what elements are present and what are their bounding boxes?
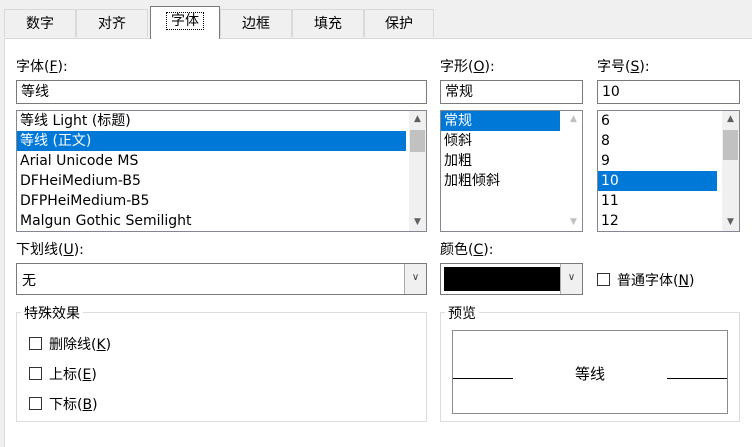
tab-font[interactable]: 字体 — [150, 6, 220, 39]
list-item[interactable]: DFHeiMedium-B5 — [17, 171, 426, 191]
tab-fill[interactable]: 填充 — [292, 9, 364, 37]
list-item[interactable]: 10 — [598, 171, 717, 191]
subscript-label: 下标(B) — [49, 397, 98, 413]
font-listbox[interactable]: 等线 Light (标题) 等线 (正文) Arial Unicode MS D… — [16, 110, 427, 232]
preview-box: 等线 — [452, 330, 728, 414]
size-label: 字号(S): — [597, 59, 650, 75]
list-item[interactable]: 加粗倾斜 — [441, 171, 582, 191]
style-listbox[interactable]: 常规 倾斜 加粗 加粗倾斜 ▲ ▼ — [440, 110, 583, 232]
list-item[interactable]: 等线 (正文) — [17, 131, 406, 151]
tab-label: 字体 — [166, 12, 204, 30]
preview-title: 预览 — [445, 303, 479, 323]
list-item[interactable]: 加粗 — [441, 151, 582, 171]
list-item[interactable]: Malgun Gothic Semilight — [17, 211, 426, 231]
scroll-down-icon[interactable]: ▼ — [722, 214, 739, 231]
chevron-down-icon[interactable]: ∨ — [404, 264, 426, 294]
size-listbox[interactable]: 6 8 9 10 11 12 ▲ ▼ — [597, 110, 740, 232]
scroll-up-icon[interactable]: ▲ — [565, 111, 582, 128]
list-item[interactable]: DFPHeiMedium-B5 — [17, 191, 426, 211]
underline-label: 下划线(U): — [16, 242, 84, 258]
font-scrollbar[interactable]: ▲ ▼ — [409, 111, 426, 231]
subscript-checkbox[interactable] — [29, 397, 42, 410]
scroll-up-icon[interactable]: ▲ — [722, 111, 739, 128]
font-label: 字体(F): — [16, 59, 68, 75]
list-item[interactable]: 8 — [598, 131, 739, 151]
list-item[interactable]: 6 — [598, 111, 739, 131]
normal-font-label: 普通字体(N) — [617, 273, 695, 289]
preview-text: 等线 — [574, 365, 605, 383]
color-label: 颜色(C): — [440, 242, 494, 258]
tab-label: 保护 — [385, 16, 413, 32]
style-input[interactable]: 常规 — [440, 80, 583, 104]
size-input[interactable]: 10 — [597, 80, 740, 104]
strikethrough-label: 删除线(K) — [49, 337, 112, 353]
tab-label: 边框 — [242, 16, 270, 32]
tab-label: 数字 — [26, 16, 54, 32]
list-item[interactable]: 11 — [598, 191, 739, 211]
color-picker[interactable]: ∨ — [440, 263, 583, 295]
tab-label: 对齐 — [98, 16, 126, 32]
scroll-thumb[interactable] — [410, 130, 425, 152]
list-item[interactable]: 常规 — [441, 111, 560, 131]
strikethrough-checkbox[interactable] — [29, 337, 42, 350]
list-item[interactable]: 倾斜 — [441, 131, 582, 151]
tab-number[interactable]: 数字 — [4, 9, 76, 37]
tab-alignment[interactable]: 对齐 — [76, 9, 148, 37]
list-item[interactable]: 等线 Light (标题) — [17, 111, 406, 131]
list-item[interactable]: 12 — [598, 211, 739, 231]
scroll-down-icon[interactable]: ▼ — [409, 214, 426, 231]
font-input[interactable]: 等线 — [16, 80, 427, 104]
size-scrollbar[interactable]: ▲ ▼ — [722, 111, 739, 231]
tab-label: 填充 — [314, 16, 342, 32]
effects-title: 特殊效果 — [21, 303, 83, 323]
list-item[interactable]: Arial Unicode MS — [17, 151, 426, 171]
style-scrollbar[interactable]: ▲ ▼ — [565, 111, 582, 231]
tab-border[interactable]: 边框 — [220, 9, 292, 37]
underline-value: 无 — [22, 273, 36, 289]
style-label: 字形(O): — [440, 59, 495, 75]
superscript-label: 上标(E) — [49, 367, 97, 383]
normal-font-checkbox[interactable] — [597, 273, 610, 286]
scroll-down-icon[interactable]: ▼ — [565, 214, 582, 231]
color-swatch — [444, 267, 560, 291]
chevron-down-icon[interactable]: ∨ — [560, 264, 582, 294]
superscript-checkbox[interactable] — [29, 367, 42, 380]
list-item[interactable]: 9 — [598, 151, 739, 171]
underline-select[interactable]: 无 ∨ — [16, 263, 427, 295]
tab-protection[interactable]: 保护 — [364, 9, 434, 37]
scroll-up-icon[interactable]: ▲ — [409, 111, 426, 128]
scroll-thumb[interactable] — [723, 130, 738, 160]
